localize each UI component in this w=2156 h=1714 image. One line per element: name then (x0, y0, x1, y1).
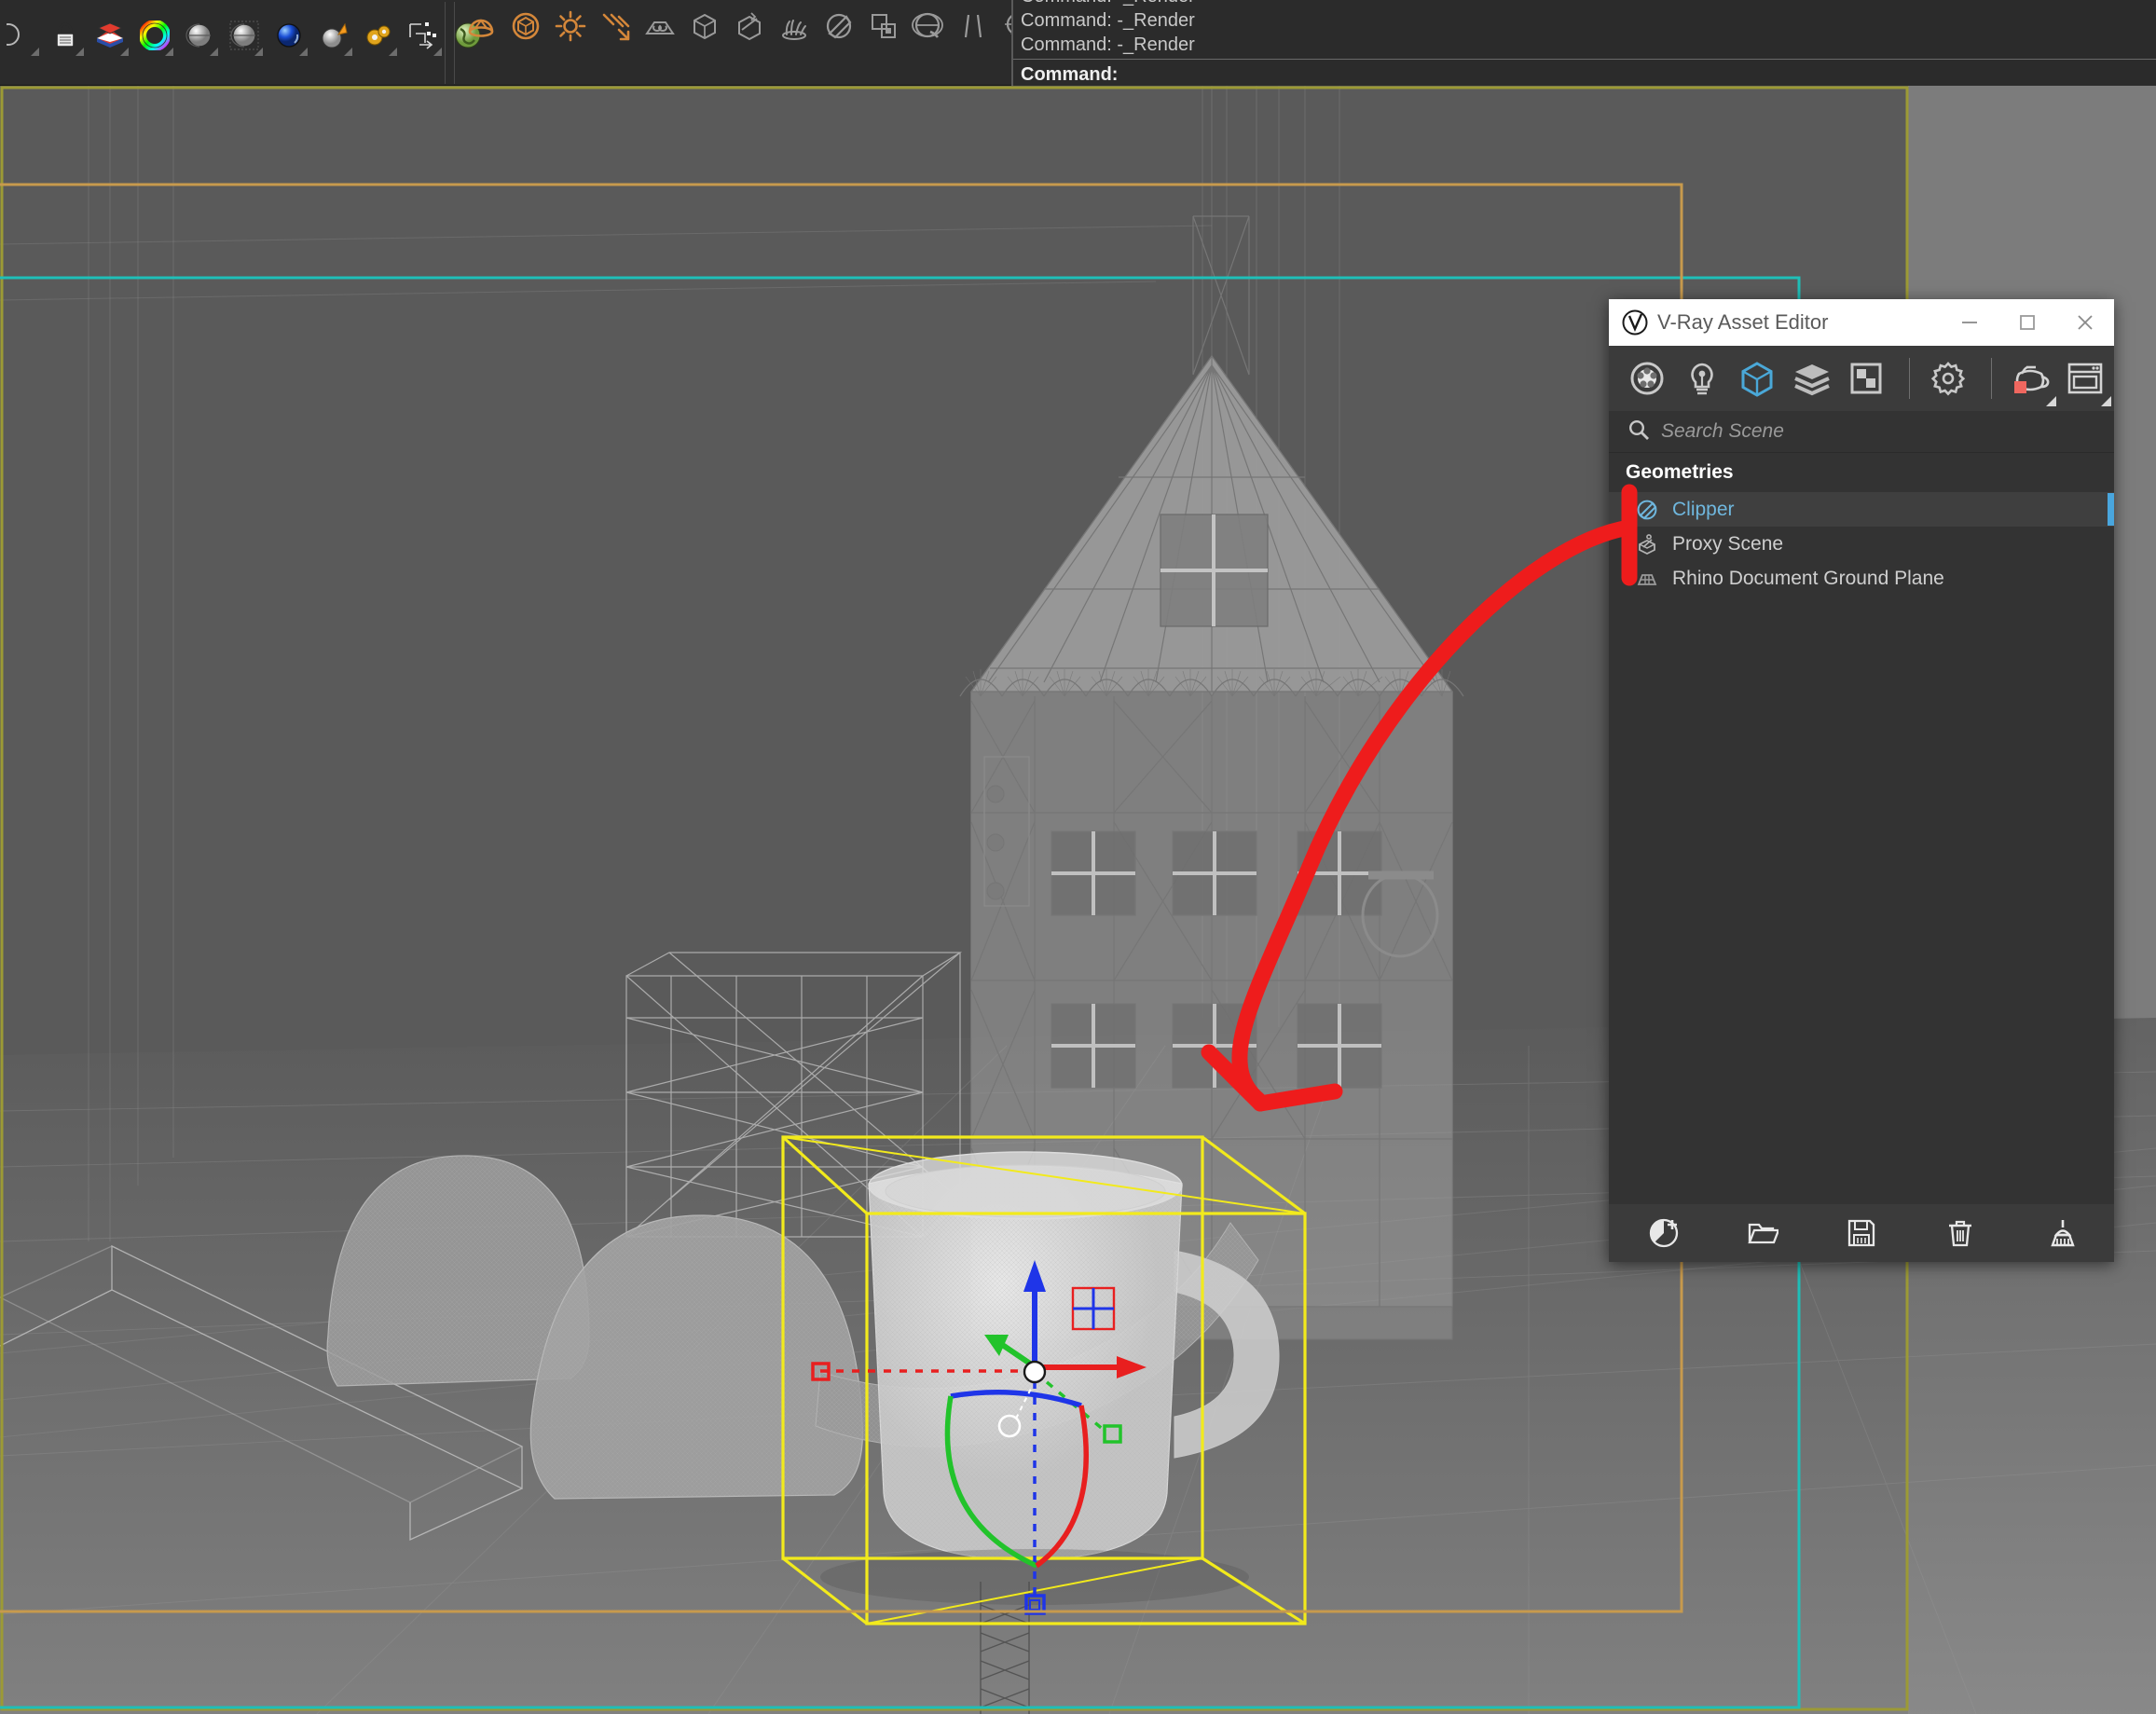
standard-toolbar (0, 15, 492, 56)
selection-indicator (2108, 493, 2114, 526)
tab-materials[interactable] (1622, 353, 1673, 405)
open-asset-button[interactable] (1741, 1212, 1784, 1255)
maximize-button[interactable] (1998, 299, 2056, 346)
dimension-icon[interactable] (403, 15, 444, 56)
add-asset-button[interactable] (1642, 1212, 1685, 1255)
toolbar-separator-2 (454, 2, 455, 84)
command-history-line: Command: -_Render (1013, 0, 2156, 8)
asset-group-header: Geometries (1626, 461, 1734, 483)
asset-tree[interactable]: Geometries Clipper Proxy Scene Rhino Doc… (1609, 453, 2114, 1232)
gears-icon[interactable] (358, 15, 399, 56)
toolbars: » Command: -_Render Command: -_Render Co… (0, 0, 2156, 86)
spotlight-icon[interactable] (313, 15, 354, 56)
vray-clipper-icon[interactable] (818, 6, 859, 47)
search-scene-bar[interactable] (1609, 411, 2114, 453)
asset-item-label: Rhino Document Ground Plane (1672, 567, 1944, 589)
search-icon (1627, 418, 1650, 446)
tabbar-separator-1 (1908, 358, 1910, 399)
asset-item-label: Clipper (1672, 498, 1735, 520)
vray-toolbar: » (460, 6, 1059, 47)
asset-item-clipper[interactable]: Clipper (1609, 492, 2114, 527)
frame-buffer-dropdown-arrow-icon (2101, 395, 2111, 406)
lock-icon[interactable] (45, 15, 86, 56)
vray-globe-icon[interactable] (908, 6, 949, 47)
partial-icon-left[interactable] (0, 15, 41, 56)
tab-frame-buffer[interactable] (2059, 353, 2111, 406)
rhino-application-window: » Command: -_Render Command: -_Render Co… (0, 0, 2156, 1714)
tab-textures[interactable] (1786, 353, 1837, 405)
vray-displacement-icon[interactable] (863, 6, 904, 47)
asset-item-ground-plane[interactable]: Rhino Document Ground Plane (1609, 561, 2114, 596)
vray-cube-icon[interactable] (505, 6, 546, 47)
command-prompt[interactable]: Command: (1013, 60, 2156, 87)
asset-editor-footer (1609, 1204, 2114, 1262)
vray-sun-icon[interactable] (550, 6, 591, 47)
close-button[interactable] (2056, 299, 2114, 346)
command-panel[interactable]: Command: -_Render Command: -_Render Comm… (1011, 0, 2156, 86)
asset-editor-titlebar[interactable]: V-Ray Asset Editor (1609, 299, 2114, 346)
vray-logo-icon (1622, 309, 1648, 336)
asset-editor-title: V-Ray Asset Editor (1657, 310, 1829, 334)
tab-render-elements[interactable] (1841, 353, 1892, 405)
save-asset-button[interactable] (1840, 1212, 1883, 1255)
window-controls (1941, 299, 2114, 346)
tab-geometry[interactable] (1732, 353, 1783, 405)
vray-rays-icon[interactable] (595, 6, 636, 47)
tab-render[interactable] (2005, 353, 2057, 406)
vray-box-icon[interactable] (684, 6, 725, 47)
layer-icon[interactable] (89, 15, 130, 56)
vray-dome-icon[interactable] (460, 6, 501, 47)
command-history-line: Command: -_Render (1021, 34, 1195, 55)
minimize-button[interactable] (1941, 299, 1998, 346)
vray-proxy-icon[interactable] (729, 6, 770, 47)
render-dropdown-arrow-icon (2046, 395, 2057, 406)
vray-fur-icon[interactable] (774, 6, 815, 47)
vray-infinite-icon[interactable] (639, 6, 680, 47)
tab-lights[interactable] (1677, 353, 1728, 405)
clipper-icon (1635, 498, 1663, 522)
search-input[interactable] (1661, 420, 2053, 443)
vray-slash-icon[interactable] (953, 6, 994, 47)
render-grid-sphere-icon[interactable] (224, 15, 265, 56)
ground-plane-icon (1635, 567, 1663, 591)
blue-sphere-icon[interactable] (268, 15, 309, 56)
tabbar-separator-2 (1990, 358, 1992, 399)
asset-editor-tabbar (1609, 346, 2114, 411)
purge-assets-button[interactable] (2041, 1212, 2084, 1255)
asset-item-label: Proxy Scene (1672, 532, 1784, 555)
proxy-scene-icon (1635, 532, 1663, 556)
tab-settings[interactable] (1923, 353, 1974, 405)
delete-asset-button[interactable] (1939, 1212, 1982, 1255)
render-sphere-icon[interactable] (179, 15, 220, 56)
color-wheel-icon[interactable] (134, 15, 175, 56)
toolbar-separator-1 (445, 2, 446, 84)
command-history-line: Command: -_Render (1021, 10, 1195, 31)
vray-asset-editor-window[interactable]: V-Ray Asset Editor Search Scene Geometri… (1609, 299, 2114, 1262)
asset-item-proxy-scene[interactable]: Proxy Scene (1609, 527, 2114, 561)
